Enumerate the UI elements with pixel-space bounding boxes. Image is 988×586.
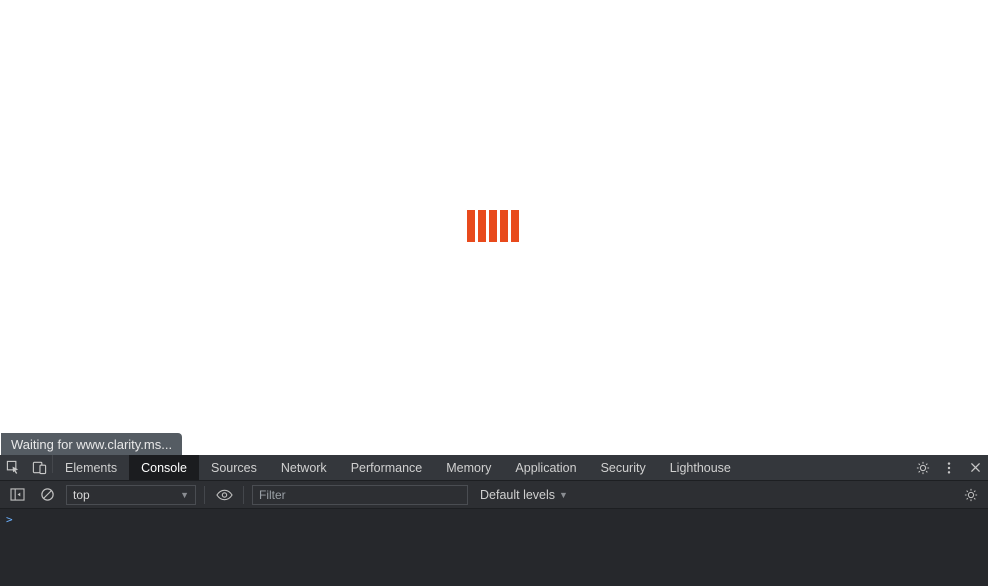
clear-console-icon[interactable]	[36, 484, 58, 506]
loading-spinner	[467, 210, 519, 242]
filter-input[interactable]	[252, 485, 468, 505]
console-body[interactable]: >	[0, 509, 988, 586]
console-toolbar: top ▼ Default levels ▼	[0, 481, 988, 509]
live-expression-icon[interactable]	[213, 484, 235, 506]
tab-elements[interactable]: Elements	[53, 455, 129, 480]
log-levels-label: Default levels	[480, 488, 555, 502]
device-toggle-icon[interactable]	[26, 455, 52, 480]
chevron-down-icon: ▼	[180, 490, 189, 500]
sidebar-toggle-icon[interactable]	[6, 484, 28, 506]
console-settings-icon[interactable]	[960, 484, 982, 506]
settings-icon[interactable]	[910, 455, 936, 480]
divider	[243, 486, 244, 504]
tab-memory[interactable]: Memory	[434, 455, 503, 480]
tab-network[interactable]: Network	[269, 455, 339, 480]
devtools-tabbar: Elements Console Sources Network Perform…	[0, 455, 988, 481]
status-text: Waiting for www.clarity.ms...	[11, 437, 172, 452]
chevron-down-icon: ▼	[559, 490, 568, 500]
context-selector[interactable]: top ▼	[66, 485, 196, 505]
browser-status-bar: Waiting for www.clarity.ms...	[1, 433, 182, 455]
close-icon[interactable]	[962, 455, 988, 480]
tab-performance[interactable]: Performance	[339, 455, 435, 480]
log-levels-selector[interactable]: Default levels ▼	[476, 488, 572, 502]
devtools-panel: Elements Console Sources Network Perform…	[0, 455, 988, 586]
console-prompt: >	[6, 513, 13, 526]
inspect-element-icon[interactable]	[0, 455, 26, 480]
tab-console[interactable]: Console	[129, 455, 199, 480]
tab-lighthouse[interactable]: Lighthouse	[658, 455, 743, 480]
page-content	[0, 0, 988, 455]
context-label: top	[73, 488, 90, 502]
divider	[204, 486, 205, 504]
tab-sources[interactable]: Sources	[199, 455, 269, 480]
tab-security[interactable]: Security	[589, 455, 658, 480]
more-icon[interactable]	[936, 455, 962, 480]
tab-application[interactable]: Application	[503, 455, 588, 480]
